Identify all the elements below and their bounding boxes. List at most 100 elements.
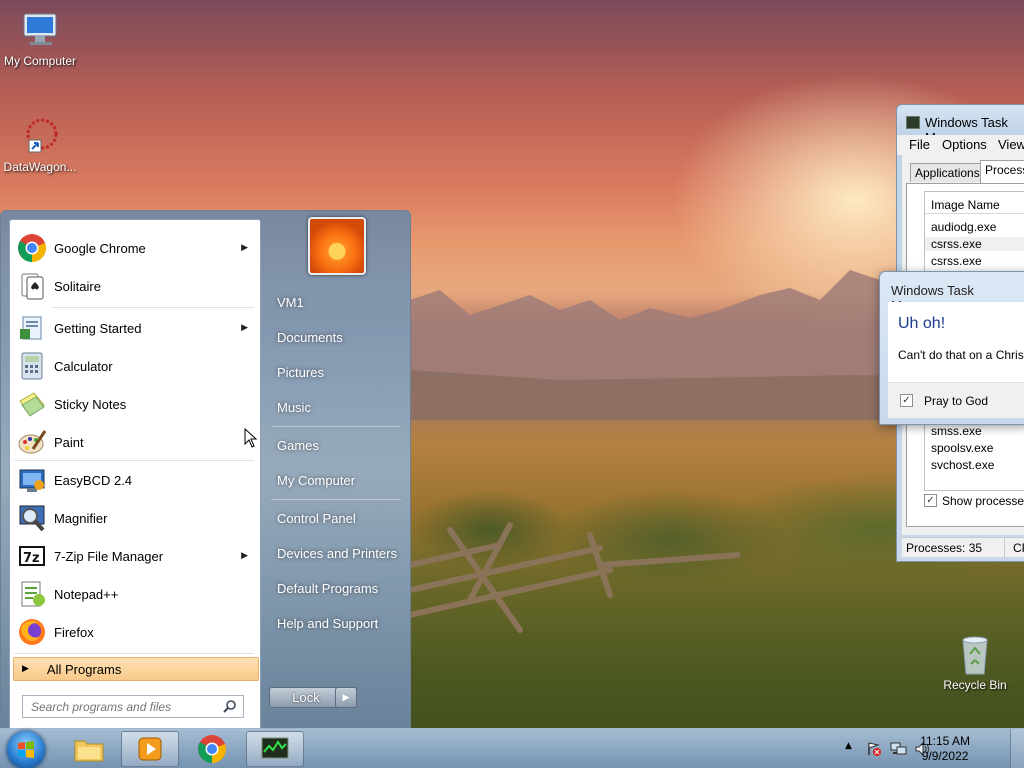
status-cpu: CP <box>1013 541 1024 555</box>
dialog-heading: Uh oh! <box>898 315 946 332</box>
easybcd-icon <box>16 464 48 496</box>
program-calculator[interactable]: Calculator <box>14 348 258 384</box>
network-icon[interactable] <box>890 741 908 760</box>
datawagon-icon <box>18 114 62 158</box>
recycle-bin-icon <box>953 632 997 676</box>
dialog-footer: ✓ Pray to God <box>888 382 1024 418</box>
search-box[interactable] <box>22 695 244 718</box>
program-label: EasyBCD 2.4 <box>54 472 133 488</box>
all-programs-button[interactable]: ▶ All Programs <box>13 657 259 681</box>
firefox-icon <box>16 616 48 648</box>
table-row[interactable]: svchost.exe <box>931 458 994 472</box>
action-center-icon[interactable] <box>866 741 882 760</box>
menu-options[interactable]: Options <box>942 137 987 152</box>
show-processes-label: Show processes f <box>942 494 1024 508</box>
places-help-support[interactable]: Help and Support <box>277 616 378 631</box>
svg-text:7z: 7z <box>23 551 40 566</box>
mouse-cursor-icon <box>244 428 258 448</box>
chrome-icon <box>198 735 226 763</box>
task-manager-icon <box>261 737 289 759</box>
program-sticky-notes[interactable]: Sticky Notes <box>14 386 258 422</box>
desktop-icon-label: DataWagon... <box>3 160 77 174</box>
desktop-icon-label: My Computer <box>3 54 77 68</box>
taskbar-media-player[interactable] <box>121 731 179 767</box>
magnifier-icon <box>16 502 48 534</box>
error-dialog[interactable]: Windows Task Manager Uh oh! Can't do tha… <box>879 271 1024 425</box>
programs-pane: Google Chrome ▶ Solitaire Getting Starte… <box>9 219 261 730</box>
places-devices-printers[interactable]: Devices and Printers <box>277 546 397 561</box>
taskbar: ▲ 11:15 AM 9/9/2022 <box>0 728 1024 768</box>
table-row[interactable]: csrss.exe <box>925 237 1024 251</box>
program-magnifier[interactable]: Magnifier <box>14 500 258 536</box>
places-pictures[interactable]: Pictures <box>277 365 324 380</box>
program-getting-started[interactable]: Getting Started ▶ <box>14 310 258 346</box>
tab-processes[interactable]: Processe <box>980 160 1024 184</box>
lock-button[interactable]: Lock <box>269 687 343 708</box>
places-pane: VM1 Documents Pictures Music Games My Co… <box>261 211 411 729</box>
show-processes-checkbox[interactable]: ✓ <box>924 494 937 507</box>
chrome-icon <box>16 232 48 264</box>
table-row[interactable]: csrss.exe <box>931 254 982 268</box>
tab-applications[interactable]: Applications <box>910 163 985 182</box>
submenu-arrow-icon: ▶ <box>241 243 248 253</box>
search-input[interactable] <box>31 699 211 714</box>
desktop-icon-datawagon[interactable]: DataWagon... <box>0 114 80 174</box>
7zip-icon: 7z <box>16 540 48 572</box>
desktop-icon-my-computer[interactable]: My Computer <box>0 8 80 68</box>
places-documents[interactable]: Documents <box>277 330 343 345</box>
places-my-computer[interactable]: My Computer <box>277 473 355 488</box>
program-label: Google Chrome <box>54 240 146 256</box>
program-solitaire[interactable]: Solitaire <box>14 268 258 304</box>
program-google-chrome[interactable]: Google Chrome ▶ <box>14 230 258 266</box>
taskbar-chrome[interactable] <box>183 731 241 767</box>
menu-bar: File Options View <box>897 135 1024 155</box>
task-manager-icon <box>906 116 920 129</box>
menu-file[interactable]: File <box>909 137 930 152</box>
show-hidden-icons-icon[interactable]: ▲ <box>845 741 852 751</box>
program-easybcd[interactable]: EasyBCD 2.4 <box>14 462 258 498</box>
column-image-name[interactable]: Image Name <box>925 192 1024 214</box>
menu-view[interactable]: View <box>998 137 1024 152</box>
paint-icon <box>16 426 48 458</box>
program-label: Getting Started <box>54 320 142 336</box>
start-button[interactable] <box>7 731 45 768</box>
places-music[interactable]: Music <box>277 400 311 415</box>
program-paint[interactable]: Paint <box>14 424 258 460</box>
table-row[interactable]: smss.exe <box>931 424 982 438</box>
table-row[interactable]: audiodg.exe <box>931 220 996 234</box>
program-notepadpp[interactable]: Notepad++ <box>14 576 258 612</box>
calculator-icon <box>16 350 48 382</box>
pray-checkbox[interactable]: ✓ <box>900 394 913 407</box>
status-divider <box>1004 538 1005 558</box>
program-label: Sticky Notes <box>54 396 127 412</box>
places-user[interactable]: VM1 <box>277 295 304 310</box>
program-7zip[interactable]: 7z 7-Zip File Manager ▶ <box>14 538 258 574</box>
places-control-panel[interactable]: Control Panel <box>277 511 356 526</box>
taskbar-task-manager[interactable] <box>246 731 304 767</box>
program-firefox[interactable]: Firefox <box>14 614 258 650</box>
folder-icon <box>74 740 104 762</box>
all-programs-label: All Programs <box>46 661 122 677</box>
triangle-right-icon: ▶ <box>22 664 29 674</box>
show-desktop-button[interactable] <box>1010 729 1024 768</box>
divider <box>14 460 254 461</box>
status-processes: Processes: 35 <box>906 541 983 555</box>
windows-logo-icon <box>18 741 34 758</box>
desktop-icon-recycle-bin[interactable]: Recycle Bin <box>935 632 1015 692</box>
search-icon[interactable] <box>223 699 237 716</box>
user-avatar[interactable] <box>308 217 366 275</box>
system-clock[interactable]: 11:15 AM 9/9/2022 <box>920 734 970 764</box>
places-default-programs[interactable]: Default Programs <box>277 581 378 596</box>
submenu-arrow-icon: ▶ <box>241 551 248 561</box>
program-label: Calculator <box>54 358 113 374</box>
notepadpp-icon <box>16 578 48 610</box>
start-menu: Google Chrome ▶ Solitaire Getting Starte… <box>0 210 411 730</box>
places-games[interactable]: Games <box>277 438 319 453</box>
computer-icon <box>18 8 62 52</box>
pray-checkbox-label: Pray to God <box>924 394 989 408</box>
table-row[interactable]: spoolsv.exe <box>931 441 993 455</box>
shutdown-options-arrow-icon[interactable]: ▶ <box>335 687 357 708</box>
divider <box>52 307 254 308</box>
taskbar-explorer[interactable] <box>60 731 118 767</box>
divider <box>271 426 401 427</box>
